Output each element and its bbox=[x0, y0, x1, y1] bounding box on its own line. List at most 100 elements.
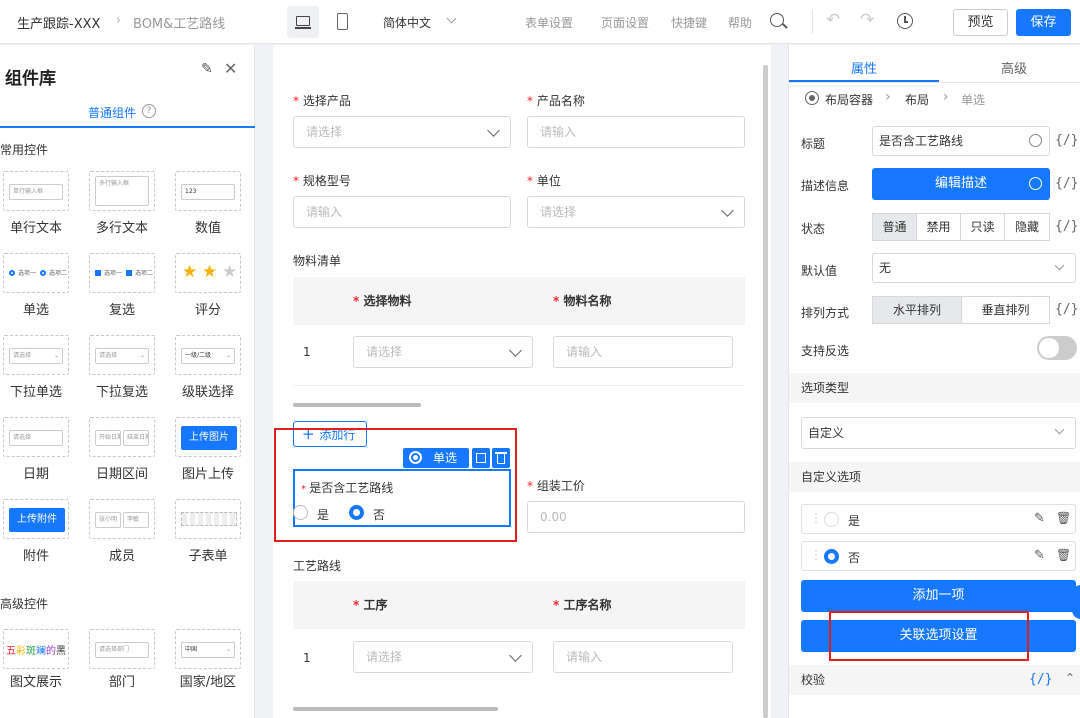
option-item-no: ⋮ 否 ✎ 🗑 bbox=[801, 541, 1076, 571]
component-department[interactable]: 请选择部门 bbox=[89, 629, 155, 669]
fx-icon[interactable]: {/} bbox=[1029, 672, 1052, 687]
component-date[interactable]: 请选择 bbox=[3, 417, 69, 457]
library-title: 组件库 bbox=[5, 69, 56, 89]
status-hidden[interactable]: 隐藏 bbox=[1004, 213, 1050, 241]
copy-icon[interactable] bbox=[472, 448, 490, 468]
component-cascade[interactable]: 一级/二级 ⌄ bbox=[175, 335, 241, 375]
redo-icon[interactable]: ↷ bbox=[860, 10, 874, 30]
prop-bc-1[interactable]: 布局容器 bbox=[825, 91, 873, 108]
horizontal-scrollbar[interactable] bbox=[293, 403, 421, 407]
floating-tab[interactable] bbox=[1072, 585, 1080, 619]
save-button[interactable]: 保存 bbox=[1016, 9, 1071, 36]
close-icon[interactable]: ✕ bbox=[224, 59, 237, 78]
route-process-select[interactable]: 请选择 bbox=[353, 641, 533, 673]
radio-component-toolbar[interactable]: 单选 bbox=[403, 448, 469, 468]
shortcuts-link[interactable]: 快捷键 bbox=[671, 14, 707, 31]
invert-toggle[interactable] bbox=[1037, 336, 1077, 360]
bom-material-name-input[interactable]: 请输入 bbox=[553, 336, 733, 368]
layout-vertical[interactable]: 垂直排列 bbox=[961, 296, 1050, 324]
route-process-name-input[interactable]: 请输入 bbox=[553, 641, 733, 673]
component-subform[interactable] bbox=[175, 499, 241, 539]
component-attachment[interactable]: 上传附件 bbox=[3, 499, 69, 539]
fx-icon[interactable]: {/} bbox=[1055, 219, 1078, 234]
component-date-range[interactable]: 开始日期 结束日期 bbox=[89, 417, 155, 457]
component-country[interactable]: 中国 ⌄ bbox=[175, 629, 241, 669]
option-radio-selected[interactable] bbox=[824, 549, 839, 564]
select-product-field[interactable]: 请选择 bbox=[293, 116, 511, 148]
radio-yes[interactable] bbox=[293, 505, 308, 520]
pin-icon[interactable]: ✎ bbox=[201, 61, 213, 77]
chevron-up-icon[interactable]: ⌃ bbox=[1065, 671, 1075, 685]
field-label-assembly-cost: * 组装工价 bbox=[527, 479, 585, 493]
preview-text: 单行输入框 bbox=[9, 184, 63, 200]
search-icon[interactable] bbox=[770, 13, 784, 27]
globe-icon[interactable] bbox=[1029, 177, 1042, 190]
option-radio[interactable] bbox=[824, 512, 839, 527]
trash-icon[interactable]: 🗑 bbox=[1056, 511, 1071, 525]
product-name-field[interactable]: 请输入 bbox=[527, 116, 745, 148]
option-type-select[interactable]: 自定义 bbox=[801, 417, 1076, 449]
help-icon[interactable]: ? bbox=[142, 104, 156, 118]
undo-icon[interactable]: ↶ bbox=[826, 10, 840, 30]
globe-icon[interactable] bbox=[1029, 134, 1042, 147]
fx-icon[interactable]: {/} bbox=[1055, 176, 1078, 191]
title-input[interactable]: 是否含工艺路线 bbox=[872, 126, 1050, 156]
tab-common[interactable]: 普通组件 bbox=[88, 104, 136, 121]
fx-icon[interactable]: {/} bbox=[1055, 133, 1078, 148]
spec-field[interactable]: 请输入 bbox=[293, 196, 511, 228]
status-readonly[interactable]: 只读 bbox=[960, 213, 1005, 241]
tab-advanced[interactable]: 高级 bbox=[1001, 58, 1027, 77]
prop-bc-2[interactable]: 布局 bbox=[905, 91, 929, 108]
component-dropdown-multi[interactable]: 请选择 ⌄ bbox=[89, 335, 155, 375]
page-settings-link[interactable]: 页面设置 bbox=[601, 14, 649, 31]
preview-button[interactable]: 预览 bbox=[953, 9, 1008, 36]
status-normal[interactable]: 普通 bbox=[872, 213, 917, 241]
preview-text: 多行输入框 bbox=[95, 176, 149, 206]
vertical-scrollbar[interactable] bbox=[763, 65, 768, 718]
component-single-text[interactable]: 单行输入框 bbox=[3, 171, 69, 211]
radio-field-selected[interactable]: * 是否含工艺路线 是 否 bbox=[293, 469, 511, 527]
add-item-button[interactable]: 添加一项 bbox=[801, 580, 1076, 612]
component-number[interactable]: 123 bbox=[175, 171, 241, 211]
breadcrumb-app[interactable]: 生产跟踪-XXX bbox=[17, 13, 100, 32]
checkbox-preview-icon bbox=[95, 270, 101, 276]
component-image-upload[interactable]: 上传图片 bbox=[175, 417, 241, 457]
radio-no[interactable] bbox=[349, 505, 364, 520]
help-link[interactable]: 帮助 bbox=[728, 14, 752, 31]
trash-icon[interactable]: 🗑 bbox=[1056, 548, 1071, 562]
preview-text: 选项一 bbox=[18, 270, 37, 277]
drag-handle-icon[interactable]: ⋮ bbox=[810, 548, 822, 562]
component-multi-text[interactable]: 多行输入框 bbox=[89, 171, 155, 211]
desktop-view-button[interactable] bbox=[287, 6, 319, 38]
component-checkbox[interactable]: 选项一 选项二 bbox=[89, 253, 155, 293]
component-label-member: 成员 bbox=[108, 549, 135, 564]
layout-horizontal[interactable]: 水平排列 bbox=[872, 296, 962, 324]
unit-field[interactable]: 请选择 bbox=[527, 196, 745, 228]
component-dropdown-single[interactable]: 请选择 ⌄ bbox=[3, 335, 69, 375]
tab-properties[interactable]: 属性 bbox=[851, 58, 877, 77]
radio-preview-icon bbox=[40, 270, 46, 276]
horizontal-scrollbar-2[interactable] bbox=[293, 707, 498, 711]
mobile-icon[interactable] bbox=[337, 13, 348, 30]
component-rich-text[interactable]: 五彩斑斓的黑 bbox=[3, 629, 69, 669]
preview-text: 123 bbox=[181, 184, 235, 200]
edit-icon[interactable]: ✎ bbox=[1034, 511, 1045, 526]
assembly-cost-field[interactable]: 0.00 bbox=[527, 501, 745, 533]
breadcrumb-page[interactable]: BOM&工艺路线 bbox=[133, 13, 225, 32]
edit-description-button[interactable]: 编辑描述 bbox=[872, 168, 1050, 200]
status-disabled[interactable]: 禁用 bbox=[916, 213, 961, 241]
bom-material-select[interactable]: 请选择 bbox=[353, 336, 533, 368]
route-title: 工艺路线 bbox=[293, 559, 342, 573]
drag-handle-icon[interactable]: ⋮ bbox=[810, 511, 822, 525]
radio-field-label: 是否含工艺路线 bbox=[309, 481, 394, 495]
edit-icon[interactable]: ✎ bbox=[1034, 548, 1045, 563]
history-icon[interactable] bbox=[897, 13, 913, 29]
delete-icon[interactable] bbox=[492, 448, 510, 468]
component-member[interactable]: 张小明 李敏 bbox=[89, 499, 155, 539]
component-radio[interactable]: 选项一 选项二 bbox=[3, 253, 69, 293]
fx-icon[interactable]: {/} bbox=[1055, 302, 1078, 317]
form-settings-link[interactable]: 表单设置 bbox=[525, 14, 573, 31]
component-rating[interactable]: ★ ★ ★ bbox=[175, 253, 241, 293]
default-value-select[interactable]: 无 bbox=[872, 253, 1076, 283]
language-select[interactable]: 简体中文 bbox=[383, 14, 431, 31]
